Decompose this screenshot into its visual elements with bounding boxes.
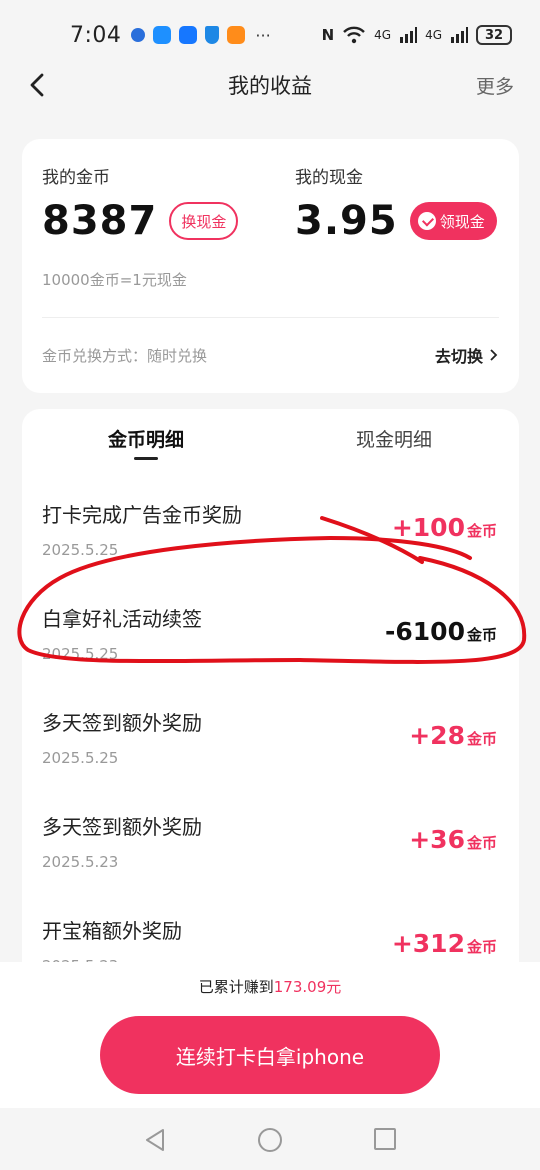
more-notifications-icon: ··· <box>255 25 271 45</box>
records-tabs: 金币明细 现金明细 <box>22 409 519 471</box>
tab-cash-details[interactable]: 现金明细 <box>294 425 494 452</box>
record-date: 2025.5.25 <box>42 541 119 559</box>
divider <box>42 317 499 318</box>
cash-label: 我的现金 <box>295 168 363 188</box>
checkin-iphone-button[interactable]: 连续打卡白拿iphone <box>100 1016 440 1094</box>
total-earned-label: 已累计赚到 <box>198 978 274 996</box>
alipay-notification-icon <box>179 26 198 44</box>
record-title: 多天签到额外奖励 <box>42 815 202 839</box>
check-coin-icon <box>417 212 436 230</box>
record-date: 2025.5.25 <box>42 645 119 663</box>
signal-icon <box>400 27 418 43</box>
record-amount-unit: 金币 <box>466 938 497 956</box>
record-amount-value: +36 <box>409 825 465 854</box>
coins-value: 8387 <box>42 198 158 244</box>
record-row: 多天签到额外奖励 2025.5.23 +36 金币 <box>22 811 519 915</box>
records-card: 金币明细 现金明细 打卡完成广告金币奖励 2025.5.25 +100 金币 白拿… <box>22 409 519 969</box>
record-amount-value: -6100 <box>385 617 465 646</box>
exchange-rate-note: 10000金币=1元现金 <box>42 271 187 289</box>
page-title: 我的收益 <box>228 74 312 98</box>
nav-home-icon[interactable] <box>258 1128 282 1152</box>
record-amount: +100 金币 <box>392 513 497 542</box>
record-amount: +28 金币 <box>409 721 497 750</box>
nfc-icon: N <box>321 26 335 44</box>
bottom-panel: 已累计赚到173.09元 连续打卡白拿iphone <box>0 962 540 1108</box>
back-arrow-icon[interactable] <box>24 70 54 100</box>
record-amount-unit: 金币 <box>466 834 497 852</box>
record-row: 开宝箱额外奖励 2025.5.23 +312金币 <box>22 915 519 969</box>
record-amount-value: +100 <box>391 513 465 542</box>
withdraw-cash-button[interactable]: 领现金 <box>409 202 497 240</box>
record-amount-value: +28 <box>409 721 465 750</box>
record-title: 白拿好礼活动续签 <box>42 607 202 631</box>
more-link[interactable]: 更多 <box>476 72 514 99</box>
coins-section: 我的金币 8387 换现金 <box>42 163 239 244</box>
record-amount: +312 金币 <box>392 929 497 958</box>
exchange-cash-button[interactable]: 换现金 <box>169 202 239 240</box>
record-date: 2025.5.23 <box>42 853 119 871</box>
chevron-right-icon <box>490 349 498 361</box>
record-title: 打卡完成广告金币奖励 <box>42 503 242 527</box>
signal-label-1: 4G <box>374 28 392 42</box>
record-title: 开宝箱额外奖励 <box>42 919 182 943</box>
system-nav-bar <box>0 1108 540 1170</box>
record-amount-unit: 金币 <box>466 522 497 540</box>
page-header: 我的收益 更多 <box>0 62 540 108</box>
record-date: 2025.5.25 <box>42 749 119 767</box>
withdraw-cash-label: 领现金 <box>439 212 485 231</box>
earnings-summary-card: 我的金币 8387 换现金 我的现金 3.95 领现金 10000金币=1元现金… <box>22 139 519 393</box>
record-row: 白拿好礼活动续签 2025.5.25 -6100 金币 <box>22 603 519 707</box>
signal-label-2: 4G <box>425 28 442 42</box>
shield-notification-icon <box>205 26 220 44</box>
switch-method-link[interactable]: 去切换 <box>435 343 499 367</box>
status-bar: 7:04 ··· N 4G 4G 32 <box>0 0 540 70</box>
record-row: 多天签到额外奖励 2025.5.25 +28 金币 <box>22 707 519 811</box>
active-tab-indicator <box>134 457 158 460</box>
total-earned-amount: 173.09元 <box>273 978 342 996</box>
chat-notification-icon <box>153 26 172 44</box>
app-notification-icon <box>131 28 146 42</box>
battery-icon: 32 <box>476 25 512 45</box>
coins-label: 我的金币 <box>42 168 110 188</box>
status-indicators: N 4G 4G 32 <box>322 25 512 45</box>
wifi-icon <box>343 26 365 44</box>
status-time: 7:04 <box>70 22 122 48</box>
tab-coin-details[interactable]: 金币明细 <box>46 425 246 452</box>
total-earned: 已累计赚到173.09元 <box>0 976 540 997</box>
cash-value: 3.95 <box>295 198 398 244</box>
record-row: 打卡完成广告金币奖励 2025.5.25 +100 金币 <box>22 499 519 603</box>
switch-method-label: 去切换 <box>434 347 483 366</box>
play-notification-icon <box>227 26 246 44</box>
record-amount-unit: 金币 <box>466 730 497 748</box>
exchange-method: 金币兑换方式：随时兑换 <box>42 347 208 365</box>
record-amount: -6100 金币 <box>385 617 497 646</box>
nav-back-icon[interactable] <box>144 1128 166 1152</box>
nav-recent-apps-icon[interactable] <box>374 1128 396 1150</box>
signal-icon-2 <box>451 27 468 43</box>
record-title: 多天签到额外奖励 <box>42 711 202 735</box>
record-amount-unit: 金币 <box>466 626 497 644</box>
record-amount-value: +312 <box>391 929 465 958</box>
cash-section: 我的现金 3.95 领现金 <box>295 163 497 244</box>
record-amount: +36 金币 <box>409 825 497 854</box>
